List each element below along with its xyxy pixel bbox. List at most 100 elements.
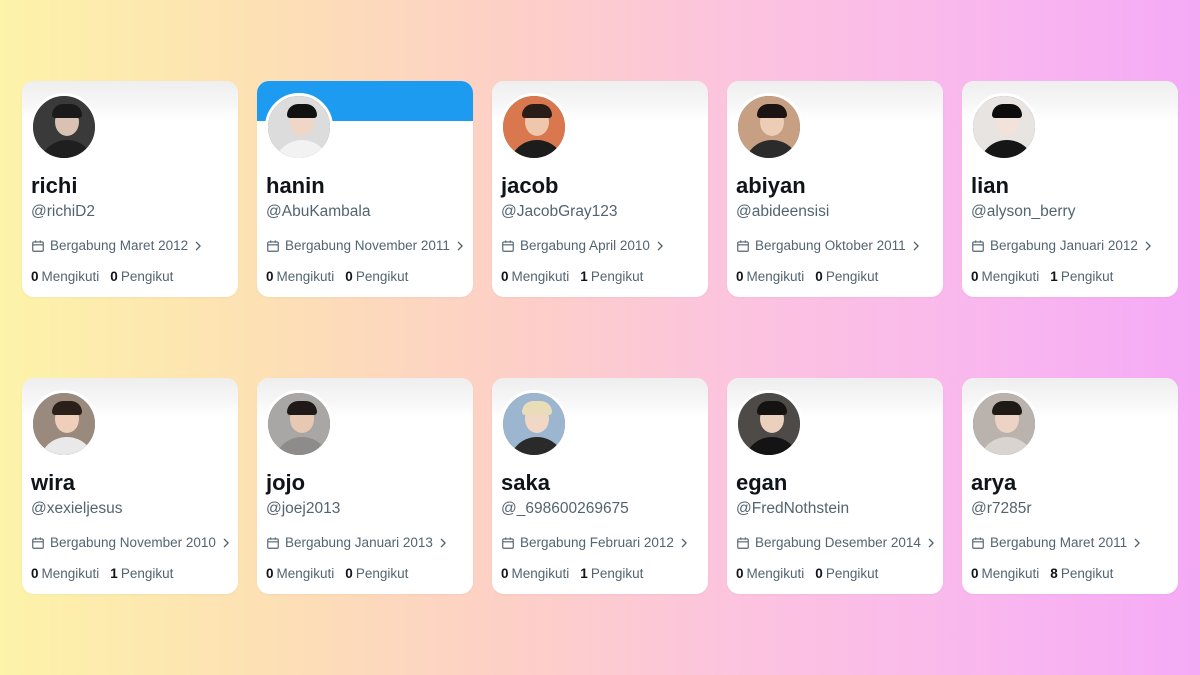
join-date-text: Bergabung Maret 2012: [50, 238, 189, 253]
followers-stat[interactable]: 1 Pengikut: [580, 566, 643, 581]
join-date-row[interactable]: Bergabung November 2011: [266, 238, 465, 253]
following-label: Mengikuti: [511, 269, 570, 284]
avatar[interactable]: [30, 93, 98, 161]
join-date-text: Bergabung Oktober 2011: [755, 238, 906, 253]
join-date-row[interactable]: Bergabung Januari 2013: [266, 535, 448, 550]
profile-card[interactable]: richi @richiD2 Bergabung Maret 2012 0 Mengik…: [22, 81, 238, 297]
followers-stat[interactable]: 1 Pengikut: [110, 566, 173, 581]
display-name[interactable]: lian: [971, 173, 1009, 199]
followers-label: Pengikut: [590, 269, 644, 284]
username-handle: @r7285r: [971, 500, 1032, 517]
following-label: Mengikuti: [746, 566, 805, 581]
followers-label: Pengikut: [825, 566, 879, 581]
avatar[interactable]: [970, 390, 1038, 458]
join-date-row[interactable]: Bergabung Oktober 2011: [736, 238, 921, 253]
avatar[interactable]: [970, 93, 1038, 161]
following-stat[interactable]: 0 Mengikuti: [266, 269, 334, 284]
profile-card-grid: richi @richiD2 Bergabung Maret 2012 0 Mengik…: [0, 0, 1200, 675]
follow-stats: 0 Mengikuti 8 Pengikut: [971, 566, 1113, 581]
following-count: 0: [31, 269, 39, 284]
follow-stats: 0 Mengikuti 0 Pengikut: [266, 566, 408, 581]
avatar[interactable]: [30, 390, 98, 458]
profile-card[interactable]: hanin @AbuKambala Bergabung November 2011 0…: [257, 81, 473, 297]
follow-stats: 0 Mengikuti 0 Pengikut: [736, 566, 878, 581]
profile-card[interactable]: abiyan @abideensisi Bergabung Oktober 2011…: [727, 81, 943, 297]
join-date-text: Bergabung Februari 2012: [520, 535, 674, 550]
display-name[interactable]: hanin: [266, 173, 325, 199]
username-handle: @richiD2: [31, 203, 95, 220]
display-name[interactable]: jojo: [266, 470, 305, 496]
username-handle: @xexieljesus: [31, 500, 123, 517]
profile-card[interactable]: arya @r7285r Bergabung Maret 2011 0 Mengikut…: [962, 378, 1178, 594]
join-date-row[interactable]: Bergabung Januari 2012: [971, 238, 1153, 253]
following-stat[interactable]: 0 Mengikuti: [31, 269, 99, 284]
username-handle: @abideensisi: [736, 203, 830, 220]
join-date-row[interactable]: Bergabung April 2010: [501, 238, 665, 253]
join-date-text: Bergabung November 2010: [50, 535, 216, 550]
calendar-icon: [737, 536, 749, 549]
following-stat[interactable]: 0 Mengikuti: [971, 269, 1039, 284]
following-label: Mengikuti: [276, 269, 335, 284]
followers-label: Pengikut: [1060, 566, 1114, 581]
display-name[interactable]: richi: [31, 173, 77, 199]
profile-card[interactable]: egan @FredNothstein Bergabung Desember 201…: [727, 378, 943, 594]
display-name[interactable]: egan: [736, 470, 787, 496]
avatar[interactable]: [500, 390, 568, 458]
avatar[interactable]: [265, 390, 333, 458]
calendar-icon: [972, 239, 984, 252]
calendar-icon: [32, 239, 44, 252]
following-label: Mengikuti: [276, 566, 335, 581]
follow-stats: 0 Mengikuti 1 Pengikut: [501, 566, 643, 581]
following-stat[interactable]: 0 Mengikuti: [501, 269, 569, 284]
display-name[interactable]: jacob: [501, 173, 558, 199]
following-stat[interactable]: 0 Mengikuti: [736, 269, 804, 284]
following-stat[interactable]: 0 Mengikuti: [266, 566, 334, 581]
followers-label: Pengikut: [355, 269, 409, 284]
avatar[interactable]: [735, 390, 803, 458]
following-stat[interactable]: 0 Mengikuti: [971, 566, 1039, 581]
followers-stat[interactable]: 0 Pengikut: [110, 269, 173, 284]
followers-count: 1: [580, 566, 588, 581]
followers-stat[interactable]: 0 Pengikut: [815, 269, 878, 284]
profile-card[interactable]: jacob @JacobGray123 Bergabung April 2010 0 M…: [492, 81, 708, 297]
followers-count: 0: [110, 269, 118, 284]
follow-stats: 0 Mengikuti 1 Pengikut: [31, 566, 173, 581]
avatar[interactable]: [265, 93, 333, 161]
followers-label: Pengikut: [355, 566, 409, 581]
calendar-icon: [267, 536, 279, 549]
avatar[interactable]: [500, 93, 568, 161]
profile-card[interactable]: saka @_698600269675 Bergabung Februari 201…: [492, 378, 708, 594]
profile-card[interactable]: jojo @joej2013 Bergabung Januari 2013 0 Meng…: [257, 378, 473, 594]
profile-card[interactable]: wira @xexieljesus Bergabung November 2010 0…: [22, 378, 238, 594]
followers-stat[interactable]: 0 Pengikut: [345, 269, 408, 284]
display-name[interactable]: saka: [501, 470, 550, 496]
username-handle: @AbuKambala: [266, 203, 371, 220]
display-name[interactable]: wira: [31, 470, 75, 496]
join-date-row[interactable]: Bergabung November 2010: [31, 535, 231, 550]
display-name[interactable]: arya: [971, 470, 1016, 496]
join-date-row[interactable]: Bergabung Desember 2014: [736, 535, 936, 550]
followers-stat[interactable]: 8 Pengikut: [1050, 566, 1113, 581]
follow-stats: 0 Mengikuti 1 Pengikut: [501, 269, 643, 284]
follow-stats: 0 Mengikuti 1 Pengikut: [971, 269, 1113, 284]
followers-stat[interactable]: 0 Pengikut: [815, 566, 878, 581]
following-stat[interactable]: 0 Mengikuti: [736, 566, 804, 581]
display-name[interactable]: abiyan: [736, 173, 806, 199]
following-count: 0: [31, 566, 39, 581]
followers-stat[interactable]: 1 Pengikut: [1050, 269, 1113, 284]
join-date-row[interactable]: Bergabung Februari 2012: [501, 535, 689, 550]
join-date-row[interactable]: Bergabung Maret 2012: [31, 238, 203, 253]
following-stat[interactable]: 0 Mengikuti: [31, 566, 99, 581]
following-count: 0: [266, 269, 274, 284]
following-label: Mengikuti: [41, 269, 100, 284]
profile-card[interactable]: lian @alyson_berry Bergabung Januari 2012 0…: [962, 81, 1178, 297]
avatar[interactable]: [735, 93, 803, 161]
followers-stat[interactable]: 0 Pengikut: [345, 566, 408, 581]
join-date-text: Bergabung Maret 2011: [990, 535, 1128, 550]
calendar-icon: [502, 239, 514, 252]
join-date-row[interactable]: Bergabung Maret 2011: [971, 535, 1142, 550]
following-count: 0: [971, 269, 979, 284]
followers-stat[interactable]: 1 Pengikut: [580, 269, 643, 284]
username-handle: @joej2013: [266, 500, 341, 517]
following-stat[interactable]: 0 Mengikuti: [501, 566, 569, 581]
